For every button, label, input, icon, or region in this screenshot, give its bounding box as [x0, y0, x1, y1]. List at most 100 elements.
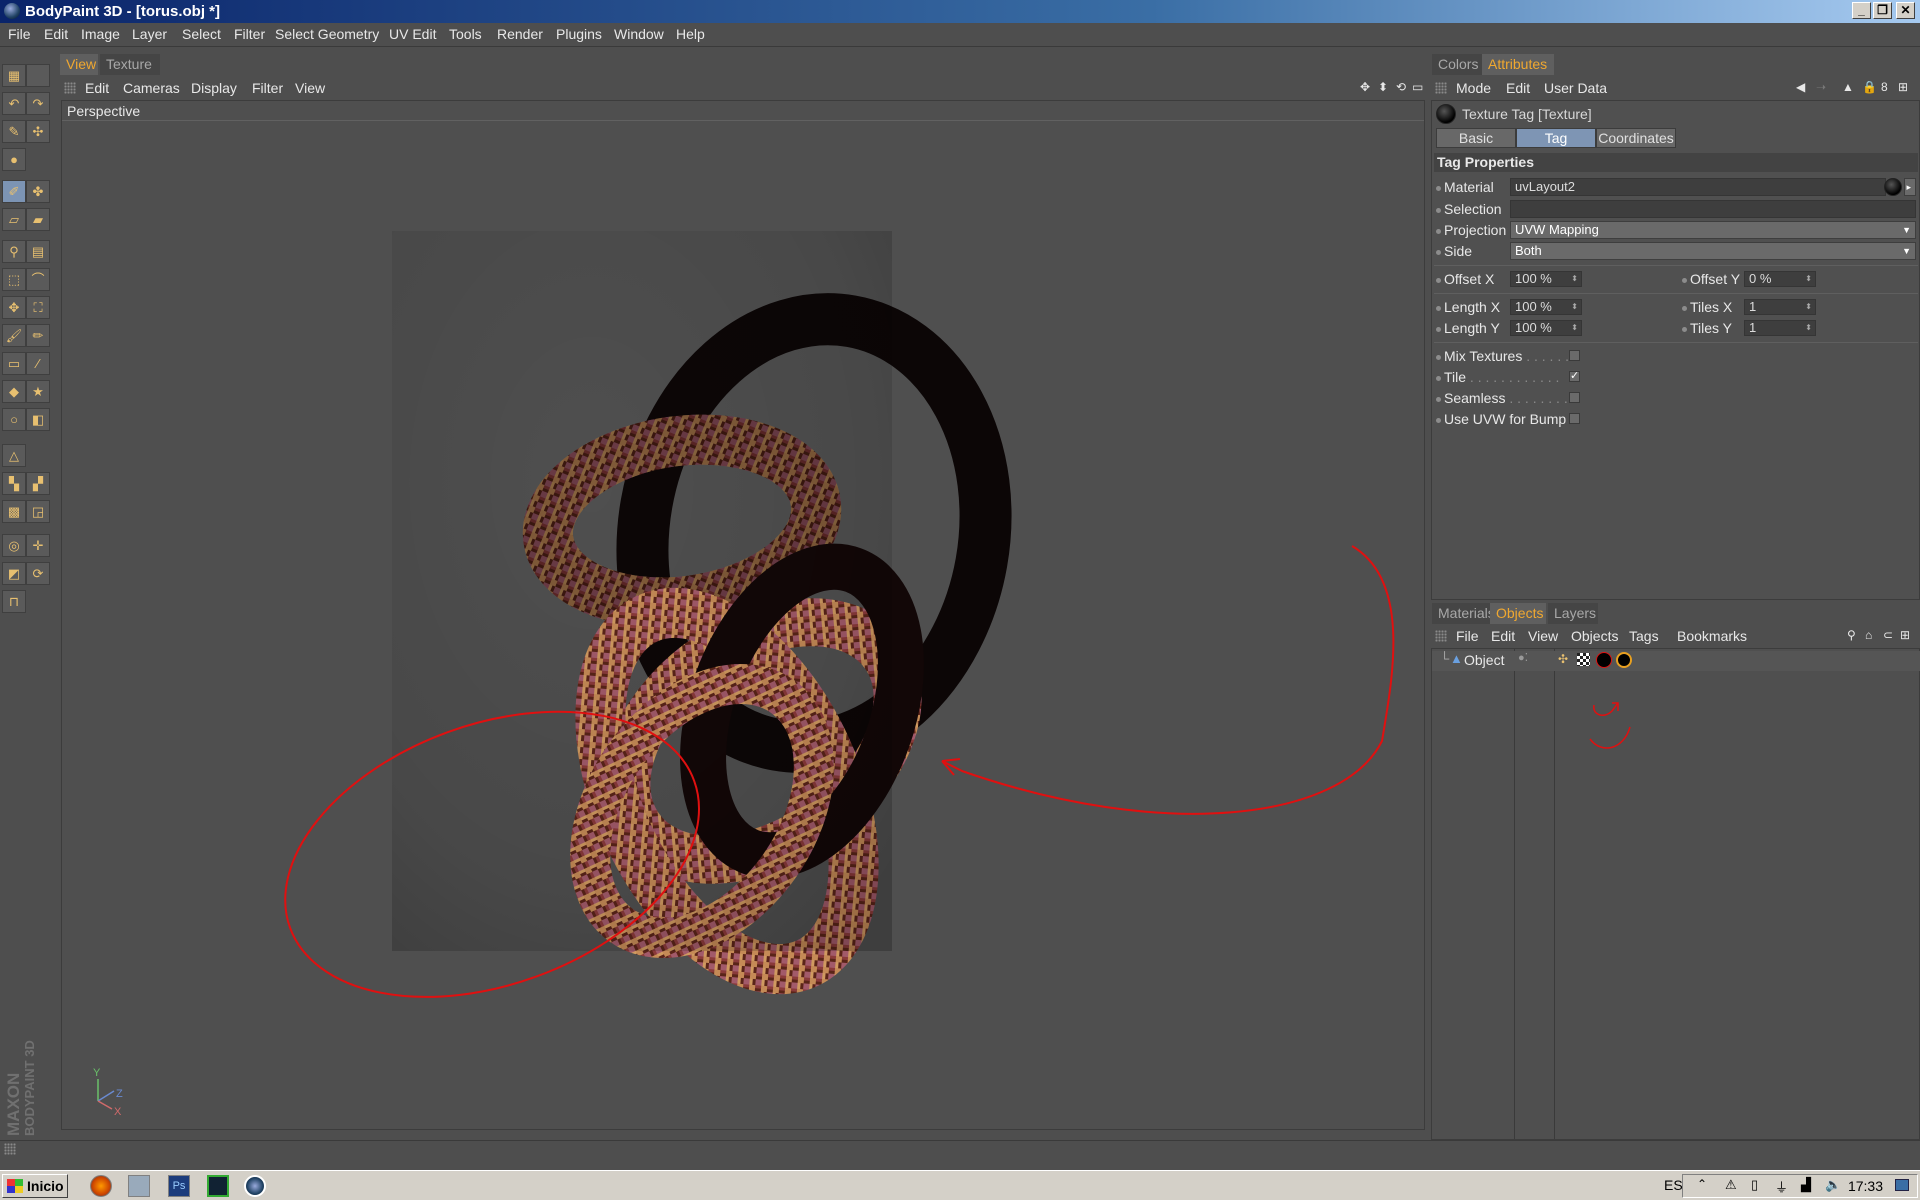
pin-icon[interactable]: 8 [1881, 80, 1888, 94]
volume-icon[interactable]: 🔈 [1825, 1177, 1841, 1193]
undo-icon[interactable]: ↶ [2, 92, 26, 115]
length-y-input[interactable]: 100 % ⬍ [1510, 320, 1582, 336]
lock-icon[interactable]: 🔒 [1862, 80, 1877, 94]
attributes-menu-user-data[interactable]: User Data [1544, 80, 1607, 96]
clapboard-icon[interactable]: ▤ [26, 240, 50, 263]
stamp-icon[interactable]: ○ [2, 408, 26, 431]
menu-layer[interactable]: Layer [132, 26, 167, 42]
uv-relax-icon[interactable]: ◲ [26, 500, 50, 523]
offset-x-input[interactable]: 100 % ⬍ [1510, 271, 1582, 287]
anim-dot-icon[interactable] [1436, 396, 1441, 402]
anim-dot-icon[interactable] [1436, 417, 1441, 423]
seamless-checkbox[interactable] [1569, 392, 1580, 403]
move-tool-icon[interactable]: ✥ [2, 296, 26, 319]
3d-viewport[interactable]: Perspective Y Z X [61, 100, 1425, 1130]
objects-menu-edit[interactable]: Edit [1491, 628, 1515, 644]
attributes-menu-mode[interactable]: Mode [1456, 80, 1491, 96]
checker-tool-icon[interactable]: ▚ [2, 472, 26, 495]
subtab-basic[interactable]: Basic [1436, 128, 1516, 148]
menu-tools[interactable]: Tools [449, 26, 482, 42]
bodypaint-taskbar-icon[interactable] [244, 1175, 266, 1197]
material-field[interactable]: uvLayout2 [1510, 178, 1886, 196]
rotate-tool-icon[interactable]: ⟳ [26, 562, 50, 585]
viewport-menu-cameras[interactable]: Cameras [123, 80, 180, 96]
brush-tool-icon[interactable]: 🖌 [2, 324, 26, 347]
viewport-menu-display[interactable]: Display [191, 80, 237, 96]
objects-grip-icon[interactable] [1435, 630, 1447, 642]
forward-arrow-icon[interactable]: ➝ [1816, 80, 1826, 94]
uv-points-icon[interactable]: ▰ [26, 208, 50, 231]
objects-menu-bookmarks[interactable]: Bookmarks [1677, 628, 1747, 644]
tab-texture[interactable]: Texture [100, 54, 160, 75]
start-button[interactable]: Inicio [2, 1174, 68, 1198]
blank-tool-icon[interactable] [26, 64, 50, 87]
texture-view-icon[interactable]: △ [2, 444, 26, 467]
tab-view[interactable]: View [60, 54, 98, 75]
restore-button[interactable]: ❐ [1873, 2, 1892, 19]
language-indicator[interactable]: ES [1664, 1177, 1683, 1193]
anim-dot-icon[interactable] [1436, 207, 1441, 213]
anim-dot-icon[interactable] [1436, 305, 1441, 311]
checker-alt-icon[interactable]: ▞ [26, 472, 50, 495]
tab-objects[interactable]: Objects [1490, 603, 1546, 624]
uvw-bump-checkbox[interactable] [1569, 413, 1580, 424]
scale-tool-icon[interactable]: ◩ [2, 562, 26, 585]
objects-menu-tags[interactable]: Tags [1629, 628, 1659, 644]
material-menu-arrow-icon[interactable]: ▸ [1904, 178, 1916, 196]
selection-field[interactable] [1510, 200, 1916, 218]
subtab-coordinates[interactable]: Coordinates [1596, 128, 1676, 148]
network-icon[interactable]: ▟ [1801, 1177, 1811, 1193]
viewport-move-icon[interactable]: ✥ [1360, 80, 1370, 94]
live-select-icon[interactable]: ◎ [2, 534, 26, 557]
tray-expand-icon[interactable]: ⌃ [1697, 1177, 1707, 1191]
menu-help[interactable]: Help [676, 26, 705, 42]
anim-dot-icon[interactable] [1436, 326, 1441, 332]
menu-window[interactable]: Window [614, 26, 664, 42]
tiles-y-input[interactable]: 1 ⬍ [1744, 320, 1816, 336]
rect-select-icon[interactable]: ⬚ [2, 268, 26, 291]
menu-render[interactable]: Render [497, 26, 543, 42]
menu-filter[interactable]: Filter [234, 26, 265, 42]
anim-dot-icon[interactable] [1436, 375, 1441, 381]
minimize-button[interactable]: _ [1852, 2, 1871, 19]
new-panel-icon[interactable]: ⊞ [1900, 628, 1910, 642]
mix-textures-checkbox[interactable] [1569, 350, 1580, 361]
color-swatches-icon[interactable]: ◧ [26, 408, 50, 431]
viewport-menu-view[interactable]: View [295, 80, 325, 96]
eyedropper-icon[interactable]: ⁄ [26, 352, 50, 375]
spinner-icon[interactable]: ⬍ [1571, 321, 1578, 335]
menu-select[interactable]: Select [182, 26, 221, 42]
eraser-tool-icon[interactable]: ▭ [2, 352, 26, 375]
fill-bucket-icon[interactable]: ◆ [2, 380, 26, 403]
magnet-icon[interactable]: ⊓ [2, 590, 26, 613]
length-x-input[interactable]: 100 % ⬍ [1510, 299, 1582, 315]
texture-tag-icon-2-selected[interactable] [1616, 652, 1632, 668]
terminal-icon[interactable] [207, 1175, 229, 1197]
attributes-grip-icon[interactable] [1435, 82, 1447, 94]
tab-materials[interactable]: Materials [1432, 603, 1495, 624]
magnify-icon[interactable]: ⚲ [2, 240, 26, 263]
star-shape-icon[interactable]: ★ [26, 380, 50, 403]
anim-dot-icon[interactable] [1436, 354, 1441, 360]
render-icon[interactable]: ● [2, 148, 26, 171]
viewport-rotate-icon[interactable]: ⟲ [1396, 80, 1406, 94]
close-button[interactable]: ✕ [1896, 2, 1915, 19]
side-dropdown[interactable]: Both ▼ [1510, 242, 1916, 260]
spinner-icon[interactable]: ⬍ [1805, 272, 1812, 286]
search-icon[interactable]: ⚲ [1847, 628, 1856, 642]
anim-dot-icon[interactable] [1682, 326, 1687, 332]
tray-usb-icon[interactable]: ⏚ [1775, 1177, 1788, 1196]
object-name[interactable]: Object [1464, 652, 1504, 668]
firefox-icon[interactable] [90, 1175, 112, 1197]
photoshop-icon[interactable]: Ps [168, 1175, 190, 1197]
multi-brush-icon[interactable]: ✤ [26, 180, 50, 203]
tab-colors[interactable]: Colors [1432, 54, 1482, 75]
tray-device-icon[interactable]: ▯ [1751, 1177, 1758, 1193]
uvw-tag-icon[interactable] [1577, 653, 1590, 666]
anim-dot-icon[interactable] [1436, 228, 1441, 234]
viewport-maximize-icon[interactable]: ▭ [1412, 80, 1423, 94]
tab-attributes[interactable]: Attributes [1482, 54, 1554, 75]
menu-image[interactable]: Image [81, 26, 120, 42]
anim-dot-icon[interactable] [1682, 277, 1687, 283]
home-icon[interactable]: ⌂ [1865, 628, 1872, 642]
